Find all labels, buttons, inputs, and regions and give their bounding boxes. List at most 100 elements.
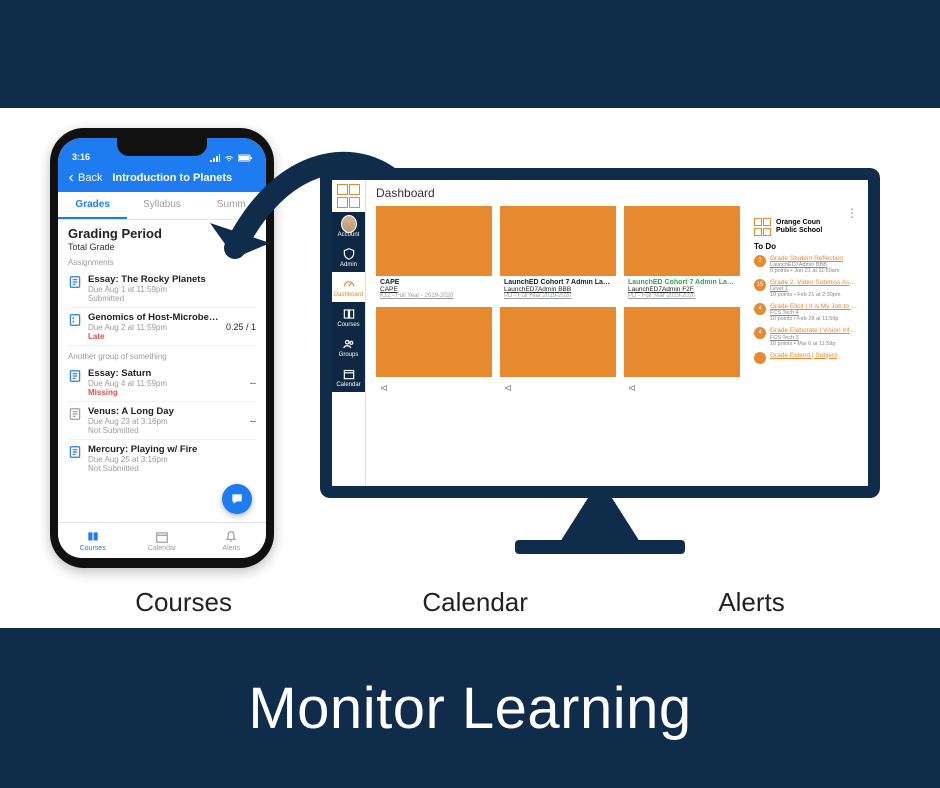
todo-title: Grade Student Reflection <box>770 255 858 262</box>
feature-labels: Courses Calendar Alerts <box>0 587 940 618</box>
card-title: LaunchED Cohort 7 Admin Launch... <box>628 279 736 286</box>
card-term: PD - Full Year 2019-2020 <box>628 293 736 299</box>
tab-courses[interactable]: Courses <box>58 523 127 558</box>
card-color-top <box>624 206 740 276</box>
sidebar-item-account[interactable]: Account <box>332 212 365 242</box>
course-card[interactable]: CAPE CAPE K12 - Full Year - 2019-2020 <box>376 206 492 401</box>
nav-title: Introduction to Planets <box>86 172 258 184</box>
card-color-top <box>500 206 616 276</box>
sidebar-item-calendar[interactable]: Calendar <box>332 362 365 392</box>
sidebar-item-courses[interactable]: Courses <box>332 302 365 332</box>
assignment-title: Essay: The Rocky Planets <box>88 274 250 285</box>
bell-icon <box>224 530 238 544</box>
announcement-icon[interactable] <box>380 383 390 393</box>
quiz-icon <box>68 313 82 327</box>
sidebar-item-groups[interactable]: Groups <box>332 332 365 362</box>
avatar-icon <box>341 215 357 233</box>
tab-summary[interactable]: Summ <box>197 192 266 219</box>
course-card[interactable]: LaunchED Cohort 7 Admin Launch... Launch… <box>500 206 616 401</box>
compose-fab[interactable] <box>222 484 252 514</box>
more-icon[interactable]: ⋮ <box>754 206 858 218</box>
sidebar-item-admin[interactable]: Admin <box>332 242 365 272</box>
sidebar-item-dashboard[interactable]: Dashboard <box>332 272 365 302</box>
course-cards: CAPE CAPE K12 - Full Year - 2019-2020 <box>376 206 740 401</box>
announcement-icon[interactable] <box>628 383 638 393</box>
course-card[interactable]: LaunchED Cohort 7 Admin Launch... Launch… <box>624 206 740 401</box>
brand-line2: Public School <box>776 227 822 235</box>
section-other: Another group of something <box>68 352 256 361</box>
label-courses: Courses <box>135 587 232 618</box>
sidebar-label: Courses <box>337 322 359 328</box>
todo-row[interactable]: 2 Grade Student Reflection LaunchED7Admi… <box>754 255 858 274</box>
shield-icon <box>341 246 357 262</box>
assignment-status: Late <box>88 332 220 341</box>
monitor-stand <box>560 498 640 542</box>
assignment-row[interactable]: Venus: A Long Day Due Aug 23 at 3:16pm N… <box>68 402 256 440</box>
nav-bar: Back Introduction to Planets <box>58 164 266 192</box>
people-icon <box>341 336 357 352</box>
announcement-icon[interactable] <box>504 383 514 393</box>
todo-badge <box>754 352 766 364</box>
card-subtitle: CAPE <box>380 286 488 293</box>
tab-calendar-label: Calendar <box>148 545 176 552</box>
assignment-icon <box>68 445 82 459</box>
assignment-due: Due Aug 1 at 11:59pm <box>88 285 250 294</box>
speedometer-icon <box>341 276 357 292</box>
grading-period-title: Grading Period <box>68 226 256 241</box>
dashboard-title: Dashboard <box>376 186 858 200</box>
todo-meta: 0 points • Jun 21 at 11:59am <box>770 268 858 274</box>
section-assignments: Assignments <box>68 258 256 267</box>
dashboard-main: Dashboard CAPE CAPE K12 - Full Year - 20… <box>366 180 868 486</box>
assignment-score: 0.25 / 1 <box>226 322 256 332</box>
assignment-row[interactable]: Essay: Saturn Due Aug 4 at 11:59pm Missi… <box>68 364 256 402</box>
card-term: PD - Full Year 2019-2020 <box>504 293 612 299</box>
todo-badge: 15 <box>754 279 766 291</box>
todo-badge: 4 <box>754 303 766 315</box>
assignment-due: Due Aug 23 at 3:16pm <box>88 417 244 426</box>
todo-badge: 4 <box>754 327 766 339</box>
canvas-sidebar: Account Admin Dashboard Courses <box>332 180 366 486</box>
monitor-mockup: Account Admin Dashboard Courses <box>320 168 880 554</box>
todo-row[interactable]: 4 Grade Elaborate | Vision Infographic F… <box>754 327 858 346</box>
todo-row[interactable]: 4 Grade Elicit | It is My Job to Coach D… <box>754 303 858 322</box>
assignment-status: Not Submitted <box>88 464 250 473</box>
assignment-row[interactable]: Mercury: Playing w/ Fire Due Aug 25 at 3… <box>68 440 256 477</box>
assignment-title: Essay: Saturn <box>88 368 244 379</box>
todo-row[interactable]: Grade Extend | Subject <box>754 352 858 364</box>
banner-title: Monitor Learning <box>248 675 691 742</box>
chevron-left-icon <box>66 173 76 183</box>
todo-title: Grade Elaborate | Vision Infographic <box>770 327 858 334</box>
ocps-logo-icon[interactable] <box>337 184 361 208</box>
battery-icon <box>238 154 252 162</box>
todo-row[interactable]: 15 Grade 2. Video Submiss Assignment Lev… <box>754 279 858 298</box>
card-color-bottom <box>624 307 740 377</box>
assignment-icon <box>68 369 82 383</box>
tab-grades[interactable]: Grades <box>58 192 127 219</box>
ocps-logo-icon <box>754 218 772 236</box>
todo-title: Grade Extend | Subject <box>770 352 858 359</box>
tab-courses-label: Courses <box>80 545 106 552</box>
tab-alerts[interactable]: Alerts <box>197 523 266 558</box>
course-tabs: Grades Syllabus Summ <box>58 192 266 220</box>
assignment-row[interactable]: Essay: The Rocky Planets Due Aug 1 at 11… <box>68 270 256 308</box>
assignment-icon <box>68 407 82 421</box>
todo-title: Grade Elicit | It is My Job to Coach Dig… <box>770 303 858 310</box>
book-icon <box>86 530 100 544</box>
card-color-bottom <box>376 307 492 377</box>
wifi-icon <box>224 154 234 162</box>
tab-syllabus[interactable]: Syllabus <box>127 192 196 219</box>
tab-calendar[interactable]: Calendar <box>127 523 196 558</box>
grading-period-sub: Total Grade <box>68 242 256 252</box>
dashboard-right: ⋮ Orange Coun Public School To Do <box>748 206 858 401</box>
card-subtitle: LaunchED7Admin F2F <box>628 286 736 293</box>
sidebar-label: Admin <box>340 262 357 268</box>
assignment-status: Not Submitted <box>88 426 244 435</box>
message-icon <box>230 492 244 506</box>
calendar-icon <box>155 530 169 544</box>
todo-badge: 2 <box>754 255 766 267</box>
assignment-row[interactable]: Genomics of Host-Microbe Interactions Du… <box>68 308 256 346</box>
sidebar-label: Calendar <box>336 382 360 388</box>
tab-alerts-label: Alerts <box>222 545 240 552</box>
assignment-title: Mercury: Playing w/ Fire <box>88 444 250 455</box>
status-time: 3:16 <box>72 152 90 162</box>
